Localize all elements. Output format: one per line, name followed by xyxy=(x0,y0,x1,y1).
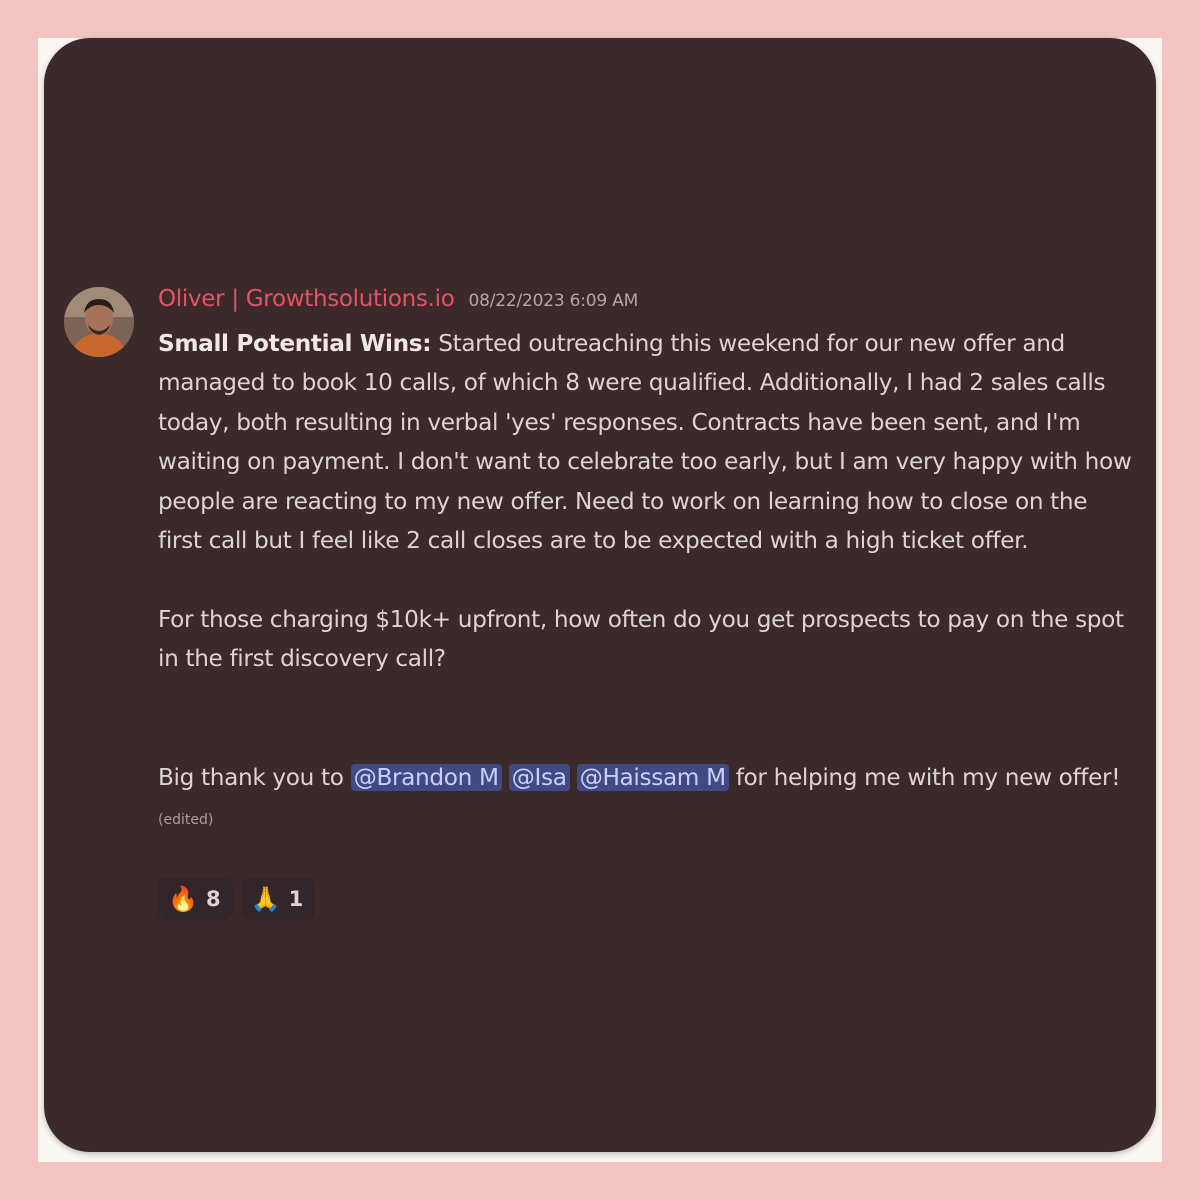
message-card: Oliver | Growthsolutions.io 08/22/2023 6… xyxy=(44,38,1156,1152)
message-paragraph-1: Small Potential Wins: Started outreachin… xyxy=(158,324,1133,560)
username[interactable]: Oliver | Growthsolutions.io xyxy=(158,286,455,312)
message-paragraph-3: Big thank you to @Brandon M @Isa @Haissa… xyxy=(158,758,1133,841)
outer-frame: Oliver | Growthsolutions.io 08/22/2023 6… xyxy=(38,38,1162,1162)
mention-brandon[interactable]: @Brandon M xyxy=(350,763,502,791)
message-paragraph-2: For those charging $10k+ upfront, how of… xyxy=(158,605,1124,673)
edited-label: (edited) xyxy=(158,812,214,829)
reaction-fire[interactable]: 🔥 8 xyxy=(158,878,233,920)
reaction-count: 1 xyxy=(288,887,304,911)
thanks-prefix: Big thank you to xyxy=(158,763,351,791)
message-header: Oliver | Growthsolutions.io 08/22/2023 6… xyxy=(158,286,638,320)
reaction-count: 8 xyxy=(206,887,221,911)
fire-icon: 🔥 xyxy=(168,885,198,913)
paragraph-1-text: Started outreaching this weekend for our… xyxy=(158,330,1132,555)
bold-lead: Small Potential Wins: xyxy=(158,330,432,357)
avatar[interactable] xyxy=(64,287,134,357)
mention-haissam[interactable]: @Haissam M xyxy=(576,763,729,791)
reactions-bar: 🔥 8 🙏 1 xyxy=(158,878,316,920)
folded-hands-icon: 🙏 xyxy=(250,885,281,913)
avatar-image xyxy=(64,287,134,357)
message-content: Small Potential Wins: Started outreachin… xyxy=(158,324,1133,840)
chat-message: Oliver | Growthsolutions.io 08/22/2023 6… xyxy=(44,38,1156,1152)
thanks-suffix: for helping me with my new offer! xyxy=(728,763,1121,791)
reaction-folded-hands[interactable]: 🙏 1 xyxy=(240,878,316,920)
mention-isa[interactable]: @Isa xyxy=(508,763,570,791)
timestamp: 08/22/2023 6:09 AM xyxy=(468,291,639,311)
